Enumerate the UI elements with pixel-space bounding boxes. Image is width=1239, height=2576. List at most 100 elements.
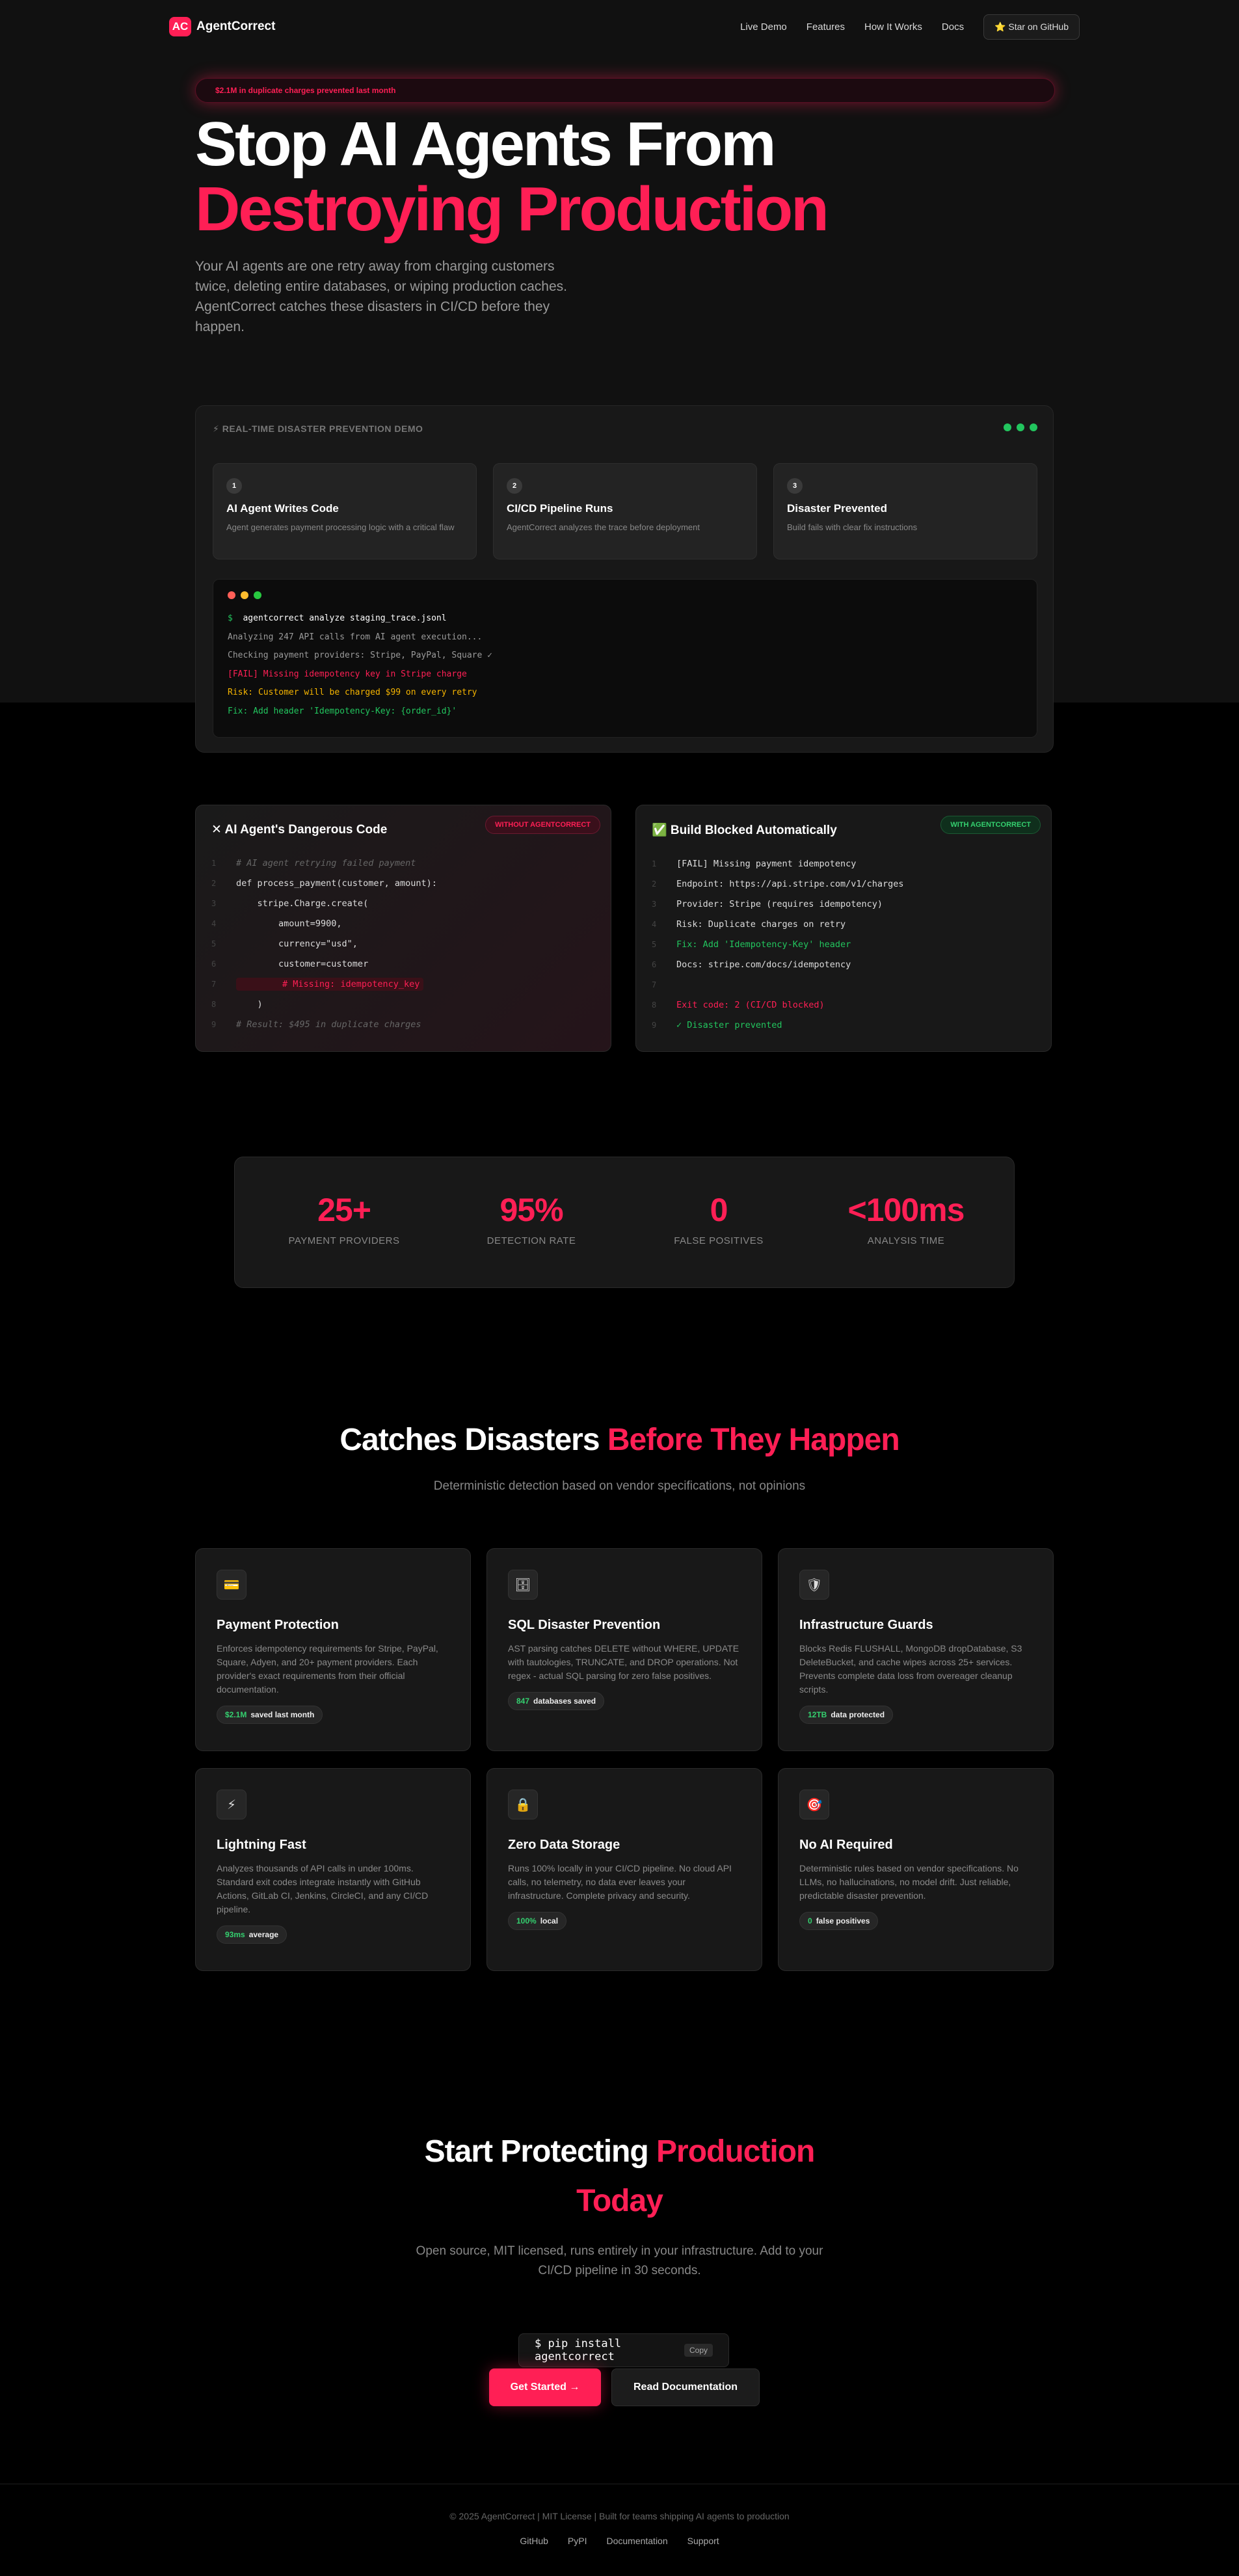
logo[interactable]: AC AgentCorrect — [169, 16, 275, 38]
hero-title-line2: Destroying Production — [195, 174, 829, 244]
code-line: 8 ) — [211, 994, 595, 1014]
feature-badge-number: 93ms — [225, 1930, 245, 1939]
feature-card: 🔒 Zero Data Storage Runs 100% locally in y… — [486, 1768, 762, 1971]
code-text: # AI agent retrying failed payment — [236, 857, 416, 868]
features-title: Catches Disasters Before They Happen — [0, 1422, 1239, 1458]
step-number: 3 — [787, 478, 803, 494]
code-text: Exit code: 2 (CI/CD blocked) — [676, 999, 825, 1010]
line-number: 1 — [211, 858, 217, 868]
stat-item: 25+ PAYMENT PROVIDERS — [266, 1191, 422, 1246]
step-number: 1 — [226, 478, 242, 494]
cta-title-line2: Today — [576, 2184, 663, 2218]
code-block: 1 [FAIL] Missing payment idempotency 2 Endp… — [652, 853, 1035, 1035]
feature-card: 🛡 Infrastructure Guards Blocks Redis FLUSH… — [778, 1548, 1054, 1751]
feature-title: Lightning Fast — [217, 1838, 306, 1852]
features-title-b: Before They Happen — [607, 1423, 900, 1457]
maximize-dot-icon — [254, 591, 261, 599]
pip-install-box: $ pip install agentcorrect Copy — [518, 2333, 729, 2367]
stat-label: PAYMENT PROVIDERS — [288, 1235, 400, 1246]
code-text: def process_payment(customer, amount): — [236, 878, 437, 889]
footer-link-documentation[interactable]: Documentation — [606, 2536, 667, 2546]
stat-item: <100ms ANALYSIS TIME — [828, 1191, 984, 1246]
terminal-output-line: Fix: Add header 'Idempotency-Key: {order… — [228, 706, 457, 716]
step-card: 2 CI/CD Pipeline Runs AgentCorrect analy… — [493, 463, 757, 559]
stat-value: <100ms — [847, 1192, 965, 1228]
code-text: # Missing: idempotency_key — [236, 977, 424, 991]
feature-desc: Analyzes thousands of API calls in under… — [217, 1863, 429, 1914]
code-line: 9 # Result: $495 in duplicate charges — [211, 1014, 595, 1034]
code-text: Provider: Stripe (requires idempotency) — [676, 898, 883, 909]
cta-title-a: Start Protecting — [424, 2134, 657, 2169]
stat-label: FALSE POSITIVES — [674, 1235, 764, 1246]
step-card: 1 AI Agent Writes Code Agent generates p… — [213, 463, 477, 559]
lightning-icon: ⚡ — [217, 1790, 246, 1819]
feature-card: 🎯 No AI Required Deterministic rules based… — [778, 1768, 1054, 1971]
line-number: 6 — [652, 959, 657, 969]
line-number: 4 — [652, 919, 657, 929]
line-number: 5 — [652, 939, 657, 949]
feature-desc: Enforces idempotency requirements for St… — [217, 1643, 438, 1695]
footer-link-support[interactable]: Support — [687, 2536, 719, 2546]
stat-value: 25+ — [317, 1192, 371, 1228]
terminal-output-line: Analyzing 247 API calls from AI agent ex… — [228, 632, 483, 642]
code-text: Fix: Add 'Idempotency-Key' header — [676, 939, 851, 950]
savings-pill: $2.1M in duplicate charges prevented las… — [195, 78, 1055, 103]
status-dot — [1017, 423, 1024, 431]
code-line: 1 [FAIL] Missing payment idempotency — [652, 853, 1035, 874]
nav-link-features[interactable]: Features — [806, 21, 845, 33]
feature-badge-number: 0 — [808, 1916, 812, 1925]
line-number: 8 — [211, 999, 217, 1009]
line-number: 9 — [211, 1019, 217, 1029]
cta-title: Start Protecting Production Today — [0, 2127, 1239, 2226]
code-text: ) — [236, 999, 263, 1010]
feature-badge: 93ms average — [217, 1925, 287, 1944]
terminal-output-line: Risk: Customer will be charged $99 on ev… — [228, 688, 477, 697]
feature-title: Payment Protection — [217, 1618, 339, 1632]
line-number: 3 — [652, 899, 657, 909]
footer-link-github[interactable]: GitHub — [520, 2536, 548, 2546]
terminal-prompt: $ — [228, 613, 233, 623]
feature-card: 💳 Payment Protection Enforces idempotency … — [195, 1548, 471, 1751]
get-started-button[interactable]: Get Started → — [489, 2368, 601, 2406]
logo-badge: AC — [169, 17, 191, 36]
read-docs-button[interactable]: Read Documentation — [611, 2368, 760, 2406]
step-desc: Build fails with clear fix instructions — [787, 522, 918, 532]
feature-badge: 0 false positives — [799, 1912, 879, 1930]
footer-link-pypi[interactable]: PyPI — [568, 2536, 587, 2546]
line-number: 6 — [211, 959, 217, 969]
terminal-output-line: [FAIL] Missing idempotency key in Stripe… — [228, 669, 467, 679]
code-text: Docs: stripe.com/docs/idempotency — [676, 959, 851, 970]
code-line: 3 Provider: Stripe (requires idempotency) — [652, 894, 1035, 914]
features-title-a: Catches Disasters — [340, 1423, 607, 1457]
nav-link-docs[interactable]: Docs — [942, 21, 964, 33]
line-number: 1 — [652, 859, 657, 868]
cta-subtitle: Open source, MIT licensed, runs entirely… — [416, 2244, 823, 2277]
status-dots — [1004, 423, 1037, 431]
feature-title: Infrastructure Guards — [799, 1618, 933, 1632]
nav-link-live-demo[interactable]: Live Demo — [740, 21, 787, 33]
line-number: 4 — [211, 919, 217, 928]
step-desc: Agent generates payment processing logic… — [226, 522, 455, 532]
demo-panel: ⚡ REAL-TIME DISASTER PREVENTION DEMO 1 A… — [195, 405, 1054, 753]
copy-button[interactable]: Copy — [684, 2344, 713, 2357]
pip-command: $ pip install agentcorrect — [535, 2337, 622, 2363]
nav-link-how-it-works[interactable]: How It Works — [864, 21, 922, 33]
step-number: 2 — [507, 478, 522, 494]
cta-title-b: Production — [656, 2134, 815, 2169]
feature-desc: Blocks Redis FLUSHALL, MongoDB dropDatab… — [799, 1643, 1022, 1695]
credit-card-icon: 💳 — [217, 1570, 246, 1600]
github-star-button[interactable]: ⭐ Star on GitHub — [983, 14, 1080, 40]
without-badge: WITHOUT AGENTCORRECT — [485, 816, 600, 834]
feature-card: ⚡ Lightning Fast Analyzes thousands of API… — [195, 1768, 471, 1971]
feature-title: Zero Data Storage — [508, 1838, 620, 1852]
code-text: customer=customer — [236, 958, 369, 969]
code-text: [FAIL] Missing payment idempotency — [676, 858, 857, 869]
stats-panel: 25+ PAYMENT PROVIDERS 95% DETECTION RATE… — [234, 1157, 1015, 1288]
feature-card: 🗄 SQL Disaster Prevention AST parsing catc… — [486, 1548, 762, 1751]
minimize-dot-icon — [241, 591, 248, 599]
hero-title: Stop AI Agents From Destroying Productio… — [195, 112, 829, 244]
stat-item: 95% DETECTION RATE — [453, 1191, 609, 1246]
step-title: CI/CD Pipeline Runs — [507, 502, 613, 515]
code-line: 7 # Missing: idempotency_key — [211, 974, 595, 994]
hero-lead: Your AI agents are one retry away from c… — [195, 259, 568, 334]
